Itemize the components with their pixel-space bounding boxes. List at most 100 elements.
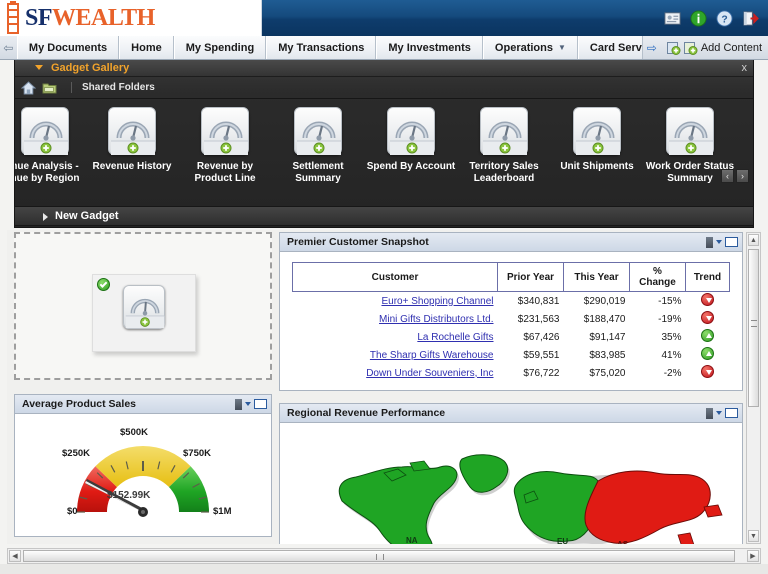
panel-menu-icon[interactable]: [706, 407, 713, 419]
tabs-scroll-back-arrow[interactable]: ⇦: [0, 36, 17, 59]
gallery-item-revenue-by-product-line[interactable]: Revenue by Product Line: [179, 107, 271, 185]
cell-trend: [686, 292, 730, 311]
cell-pct-change: 35%: [661, 331, 682, 343]
gauge-gadget-icon: [108, 107, 156, 155]
customer-link[interactable]: Down Under Souveniers, Inc: [366, 368, 493, 379]
tab-card-services[interactable]: Card Serv: [577, 36, 643, 59]
customer-link[interactable]: The Sharp Gifts Warehouse: [370, 350, 494, 361]
scroll-right-arrow[interactable]: ▶: [747, 550, 759, 562]
tab-my-investments[interactable]: My Investments: [376, 36, 483, 59]
scroll-down-arrow[interactable]: ▼: [748, 530, 759, 542]
panel-menu-icon[interactable]: [235, 398, 242, 410]
panel-maximize-icon[interactable]: [725, 408, 738, 418]
panel-maximize-icon[interactable]: [254, 399, 267, 409]
brand-logo[interactable]: SFWEALTH: [0, 0, 262, 36]
table-row[interactable]: Down Under Souveniers, Inc $76,722 $75,0…: [293, 364, 730, 382]
horizontal-scrollbar-thumb[interactable]: [23, 550, 735, 562]
panel-maximize-icon[interactable]: [725, 237, 738, 247]
close-icon[interactable]: x: [742, 62, 748, 74]
gauge-gadget-icon: [123, 285, 165, 329]
cell-customer: Euro+ Shopping Channel: [293, 292, 498, 311]
table-row[interactable]: The Sharp Gifts Warehouse $59,551 $83,98…: [293, 346, 730, 364]
contact-card-icon[interactable]: [664, 10, 681, 27]
chevron-down-icon[interactable]: [716, 240, 722, 244]
info-icon[interactable]: [690, 9, 707, 27]
folder-icon[interactable]: [42, 81, 57, 95]
cell-this-year: $188,470: [583, 313, 626, 325]
tab-label: Card Serv: [589, 41, 642, 54]
tab-label: My Transactions: [278, 41, 365, 54]
tab-operations[interactable]: Operations ▼: [482, 36, 578, 59]
breadcrumb[interactable]: Shared Folders: [71, 82, 155, 93]
tab-my-documents[interactable]: My Documents: [16, 36, 120, 59]
panel-menu-icon[interactable]: [706, 236, 713, 248]
collapse-caret-icon[interactable]: [35, 65, 43, 70]
new-gadget-bar[interactable]: New Gadget: [14, 206, 754, 226]
table-row[interactable]: Euro+ Shopping Channel $340,831 $290,019…: [293, 292, 730, 311]
dashboard-column-right: Premier Customer Snapshot Customer Prior…: [279, 232, 743, 544]
gallery-item-spend-by-account[interactable]: Spend By Account: [365, 107, 457, 173]
dashboard-area: Average Product Sales $0 $250K $500K $75…: [7, 230, 761, 544]
table-row[interactable]: La Rochelle Gifts $67,426 $91,147 35%: [293, 328, 730, 346]
scroll-left-arrow[interactable]: ◀: [9, 550, 21, 562]
world-map-svg: NA EU AS: [338, 454, 723, 544]
help-icon[interactable]: ?: [716, 9, 733, 27]
gallery-item-unit-shipments[interactable]: Unit Shipments: [551, 107, 643, 173]
vertical-scrollbar[interactable]: ▲ ▼: [746, 232, 761, 544]
column-header-prior-year[interactable]: Prior Year: [497, 262, 564, 292]
column-header-pct-change[interactable]: % Change: [629, 262, 686, 292]
panel-controls: [706, 236, 738, 248]
vertical-scrollbar-thumb[interactable]: [748, 249, 759, 407]
cell-trend: [686, 364, 730, 382]
cell-this-year: $75,020: [589, 367, 626, 379]
panel-controls: [235, 398, 267, 410]
customer-link[interactable]: Mini Gifts Distributors Ltd.: [379, 314, 493, 325]
gauge-tick-label-500k: $500K: [120, 427, 148, 438]
tab-my-transactions[interactable]: My Transactions: [266, 36, 377, 59]
tabs-scroll-forward-arrow[interactable]: ⇨: [643, 36, 661, 59]
customer-link[interactable]: La Rochelle Gifts: [417, 332, 493, 343]
cell-this-year: $83,985: [589, 349, 626, 361]
main-tab-bar: ⇦ My Documents Home My Spending My Trans…: [0, 36, 768, 60]
gadget-drop-zone[interactable]: [14, 232, 272, 380]
gallery-next-button[interactable]: ›: [736, 169, 749, 183]
panel-title: Average Product Sales: [22, 398, 136, 410]
column-header-trend[interactable]: Trend: [685, 262, 730, 292]
cell-prior-year: $59,551: [523, 349, 560, 361]
add-content-button[interactable]: Add Content: [661, 36, 768, 59]
table-body: Euro+ Shopping Channel $340,831 $290,019…: [293, 292, 730, 383]
tab-home[interactable]: Home: [119, 36, 174, 59]
logout-icon[interactable]: [742, 10, 759, 27]
expand-caret-icon[interactable]: [43, 213, 48, 221]
cell-this-year: $290,019: [583, 295, 626, 307]
scroll-up-arrow[interactable]: ▲: [748, 234, 759, 246]
topbar-icon-group: ?: [664, 9, 768, 27]
tab-my-spending[interactable]: My Spending: [173, 36, 267, 59]
cell-prior-year: $231,563: [517, 313, 560, 325]
cell-customer: Mini Gifts Distributors Ltd.: [293, 310, 498, 328]
brand-name-wealth: WEALTH: [52, 4, 155, 31]
horizontal-scrollbar[interactable]: ◀ ▶: [7, 548, 761, 564]
gallery-item-label: nue Analysis - nue by Region: [15, 161, 80, 184]
table-row[interactable]: Mini Gifts Distributors Ltd. $231,563 $1…: [293, 310, 730, 328]
gallery-item-settlement-summary[interactable]: Settlement Summary: [272, 107, 364, 185]
gauge-gadget-icon: [387, 107, 435, 155]
new-gadget-title: New Gadget: [55, 210, 119, 222]
chevron-down-icon[interactable]: [245, 402, 251, 406]
dragged-gadget-preview[interactable]: [92, 274, 196, 352]
ok-check-badge-icon: [97, 278, 110, 291]
gallery-item-revenue-history[interactable]: Revenue History: [86, 107, 178, 173]
chevron-down-icon[interactable]: [716, 411, 722, 415]
trend-down-icon: [701, 293, 714, 306]
column-header-customer[interactable]: Customer: [292, 262, 498, 292]
home-icon[interactable]: [21, 80, 36, 95]
column-header-this-year[interactable]: This Year: [563, 262, 630, 292]
gadget-gallery-header: Gadget Gallery x: [15, 60, 753, 77]
cell-trend: [686, 346, 730, 364]
customer-link[interactable]: Euro+ Shopping Channel: [381, 296, 493, 307]
gallery-pager: ‹ ›: [721, 169, 749, 183]
gauge-gadget-icon: [21, 107, 69, 155]
gallery-prev-button[interactable]: ‹: [721, 169, 734, 183]
gallery-item-territory-sales-leaderboard[interactable]: Territory Sales Leaderboard: [458, 107, 550, 185]
gallery-item-revenue-analysis[interactable]: nue Analysis - nue by Region: [15, 107, 85, 185]
